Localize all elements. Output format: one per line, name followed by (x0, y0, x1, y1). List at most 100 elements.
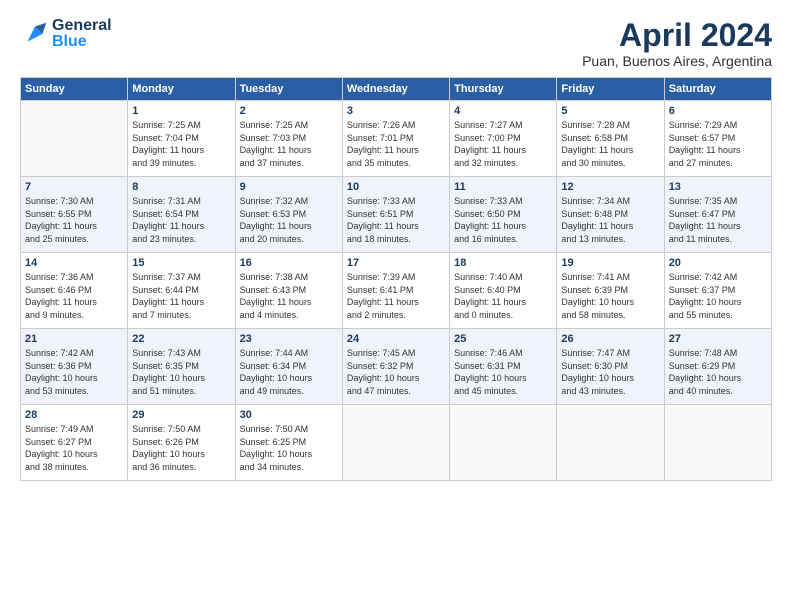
day-number: 6 (669, 105, 767, 117)
header-monday: Monday (128, 78, 235, 101)
day-info: Sunrise: 7:49 AMSunset: 6:27 PMDaylight:… (25, 423, 123, 473)
table-row: 20 Sunrise: 7:42 AMSunset: 6:37 PMDayligh… (664, 253, 771, 329)
table-row: 6 Sunrise: 7:29 AMSunset: 6:57 PMDaylight… (664, 101, 771, 177)
day-number: 30 (240, 409, 338, 421)
header-thursday: Thursday (450, 78, 557, 101)
day-number: 17 (347, 257, 445, 269)
day-number: 14 (25, 257, 123, 269)
day-number: 18 (454, 257, 552, 269)
title-block: April 2024 Puan, Buenos Aires, Argentina (582, 18, 772, 69)
day-info: Sunrise: 7:44 AMSunset: 6:34 PMDaylight:… (240, 347, 338, 397)
table-row: 16 Sunrise: 7:38 AMSunset: 6:43 PMDayligh… (235, 253, 342, 329)
day-number: 10 (347, 181, 445, 193)
day-info: Sunrise: 7:25 AMSunset: 7:04 PMDaylight:… (132, 119, 230, 169)
logo: General Blue (20, 18, 112, 50)
day-info: Sunrise: 7:33 AMSunset: 6:50 PMDaylight:… (454, 195, 552, 245)
day-number: 28 (25, 409, 123, 421)
table-row (450, 405, 557, 481)
day-number: 2 (240, 105, 338, 117)
day-number: 21 (25, 333, 123, 345)
table-row: 27Sunrise: 7:48 AMSunset: 6:29 PMDayligh… (664, 329, 771, 405)
subtitle: Puan, Buenos Aires, Argentina (582, 53, 772, 69)
day-info: Sunrise: 7:35 AMSunset: 6:47 PMDaylight:… (669, 195, 767, 245)
table-row: 28 Sunrise: 7:49 AMSunset: 6:27 PMDayligh… (21, 405, 128, 481)
table-row (342, 405, 449, 481)
table-row: 30 Sunrise: 7:50 AMSunset: 6:25 PMDayligh… (235, 405, 342, 481)
day-number: 8 (132, 181, 230, 193)
table-row (664, 405, 771, 481)
calendar-week-row: 1 Sunrise: 7:25 AMSunset: 7:04 PMDaylight… (21, 101, 772, 177)
day-info: Sunrise: 7:34 AMSunset: 6:48 PMDaylight:… (561, 195, 659, 245)
day-info: Sunrise: 7:41 AMSunset: 6:39 PMDaylight:… (561, 271, 659, 321)
table-row: 21 Sunrise: 7:42 AMSunset: 6:36 PMDayligh… (21, 329, 128, 405)
day-info: Sunrise: 7:30 AMSunset: 6:55 PMDaylight:… (25, 195, 123, 245)
table-row: 18 Sunrise: 7:40 AMSunset: 6:40 PMDayligh… (450, 253, 557, 329)
table-row: 17 Sunrise: 7:39 AMSunset: 6:41 PMDayligh… (342, 253, 449, 329)
day-number: 25 (454, 333, 552, 345)
logo-general-text: General (52, 18, 112, 34)
header-saturday: Saturday (664, 78, 771, 101)
day-info: Sunrise: 7:45 AMSunset: 6:32 PMDaylight:… (347, 347, 445, 397)
day-number: 23 (240, 333, 338, 345)
day-number: 11 (454, 181, 552, 193)
day-number: 7 (25, 181, 123, 193)
day-info: Sunrise: 7:32 AMSunset: 6:53 PMDaylight:… (240, 195, 338, 245)
day-info: Sunrise: 7:28 AMSunset: 6:58 PMDaylight:… (561, 119, 659, 169)
table-row: 19 Sunrise: 7:41 AMSunset: 6:39 PMDayligh… (557, 253, 664, 329)
header: General Blue April 2024 Puan, Buenos Air… (20, 18, 772, 69)
day-info: Sunrise: 7:46 AMSunset: 6:31 PMDaylight:… (454, 347, 552, 397)
table-row: 23 Sunrise: 7:44 AMSunset: 6:34 PMDayligh… (235, 329, 342, 405)
calendar-week-row: 21 Sunrise: 7:42 AMSunset: 6:36 PMDayligh… (21, 329, 772, 405)
day-number: 22 (132, 333, 230, 345)
table-row: 5 Sunrise: 7:28 AMSunset: 6:58 PMDaylight… (557, 101, 664, 177)
table-row: 12 Sunrise: 7:34 AMSunset: 6:48 PMDayligh… (557, 177, 664, 253)
weekday-header-row: Sunday Monday Tuesday Wednesday Thursday… (21, 78, 772, 101)
table-row (21, 101, 128, 177)
day-number: 20 (669, 257, 767, 269)
day-number: 13 (669, 181, 767, 193)
day-info: Sunrise: 7:25 AMSunset: 7:03 PMDaylight:… (240, 119, 338, 169)
day-info: Sunrise: 7:33 AMSunset: 6:51 PMDaylight:… (347, 195, 445, 245)
logo-icon (20, 19, 50, 49)
main-title: April 2024 (582, 18, 772, 53)
table-row (557, 405, 664, 481)
day-number: 5 (561, 105, 659, 117)
header-friday: Friday (557, 78, 664, 101)
day-number: 15 (132, 257, 230, 269)
table-row: 14 Sunrise: 7:36 AMSunset: 6:46 PMDayligh… (21, 253, 128, 329)
day-number: 16 (240, 257, 338, 269)
day-info: Sunrise: 7:36 AMSunset: 6:46 PMDaylight:… (25, 271, 123, 321)
day-number: 19 (561, 257, 659, 269)
logo-label: General Blue (52, 18, 112, 50)
day-info: Sunrise: 7:50 AMSunset: 6:25 PMDaylight:… (240, 423, 338, 473)
day-number: 1 (132, 105, 230, 117)
day-number: 12 (561, 181, 659, 193)
logo-blue-text: Blue (52, 34, 112, 50)
day-info: Sunrise: 7:43 AMSunset: 6:35 PMDaylight:… (132, 347, 230, 397)
table-row: 13 Sunrise: 7:35 AMSunset: 6:47 PMDayligh… (664, 177, 771, 253)
table-row: 10 Sunrise: 7:33 AMSunset: 6:51 PMDayligh… (342, 177, 449, 253)
table-row: 4Sunrise: 7:27 AMSunset: 7:00 PMDaylight… (450, 101, 557, 177)
calendar-week-row: 7 Sunrise: 7:30 AMSunset: 6:55 PMDaylight… (21, 177, 772, 253)
calendar-table: Sunday Monday Tuesday Wednesday Thursday… (20, 77, 772, 481)
day-info: Sunrise: 7:42 AMSunset: 6:36 PMDaylight:… (25, 347, 123, 397)
calendar-week-row: 14 Sunrise: 7:36 AMSunset: 6:46 PMDayligh… (21, 253, 772, 329)
table-row: 11 Sunrise: 7:33 AMSunset: 6:50 PMDayligh… (450, 177, 557, 253)
table-row: 7 Sunrise: 7:30 AMSunset: 6:55 PMDaylight… (21, 177, 128, 253)
day-number: 29 (132, 409, 230, 421)
day-info: Sunrise: 7:39 AMSunset: 6:41 PMDaylight:… (347, 271, 445, 321)
day-info: Sunrise: 7:27 AMSunset: 7:00 PMDaylight:… (454, 119, 552, 169)
day-info: Sunrise: 7:40 AMSunset: 6:40 PMDaylight:… (454, 271, 552, 321)
day-info: Sunrise: 7:29 AMSunset: 6:57 PMDaylight:… (669, 119, 767, 169)
page: General Blue April 2024 Puan, Buenos Air… (0, 0, 792, 612)
day-number: 26 (561, 333, 659, 345)
day-info: Sunrise: 7:37 AMSunset: 6:44 PMDaylight:… (132, 271, 230, 321)
day-info: Sunrise: 7:47 AMSunset: 6:30 PMDaylight:… (561, 347, 659, 397)
table-row: 25 Sunrise: 7:46 AMSunset: 6:31 PMDayligh… (450, 329, 557, 405)
day-info: Sunrise: 7:42 AMSunset: 6:37 PMDaylight:… (669, 271, 767, 321)
table-row: 3Sunrise: 7:26 AMSunset: 7:01 PMDaylight… (342, 101, 449, 177)
day-info: Sunrise: 7:31 AMSunset: 6:54 PMDaylight:… (132, 195, 230, 245)
day-info: Sunrise: 7:50 AMSunset: 6:26 PMDaylight:… (132, 423, 230, 473)
day-info: Sunrise: 7:38 AMSunset: 6:43 PMDaylight:… (240, 271, 338, 321)
header-tuesday: Tuesday (235, 78, 342, 101)
